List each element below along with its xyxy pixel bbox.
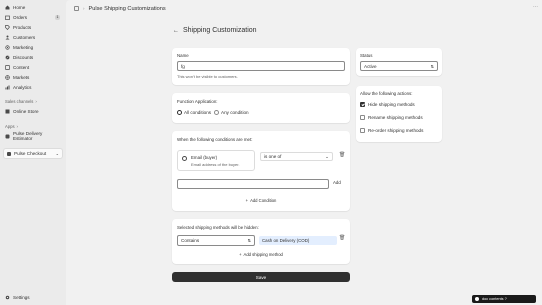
sidebar-item-orders[interactable]: Orders 1 <box>5 13 63 21</box>
add-shipping-method-button[interactable]: + Add shipping method <box>172 252 350 257</box>
pin-icon <box>7 151 11 156</box>
content-icon <box>5 64 10 70</box>
chevron-right-icon: › <box>35 99 37 104</box>
condition-title: Email (buyer) <box>191 155 218 160</box>
person-icon <box>5 35 10 40</box>
app-topbar: › Pulse Shipping Customizations ⋯ <box>66 0 542 17</box>
reorder-methods-checkbox[interactable]: Re-order shipping methods <box>360 128 423 133</box>
delete-condition-icon[interactable]: 🗑 <box>339 152 345 158</box>
add-value-button[interactable]: Add <box>333 180 341 185</box>
app-title: Pulse Shipping Customizations <box>88 5 166 12</box>
globe-icon <box>5 74 10 80</box>
checkbox-checked-icon <box>360 102 365 107</box>
all-conditions-radio[interactable]: All conditions <box>177 110 211 115</box>
function-application-card: Function Application: All conditions Any… <box>172 93 350 123</box>
sidebar-item-analytics[interactable]: Analytics <box>5 83 63 91</box>
match-type-select[interactable]: Contains ⇅ <box>177 235 255 246</box>
tag-icon <box>5 24 10 30</box>
save-button[interactable]: Save <box>172 272 350 282</box>
sidebar-item-label: Markets <box>13 74 30 80</box>
any-condition-radio[interactable]: Any condition <box>214 110 249 115</box>
chevron-down-icon: ⌄ <box>325 153 329 159</box>
sidebar-item-markets[interactable]: Markets <box>5 73 63 81</box>
orders-icon <box>5 15 10 20</box>
sidebar-item-pulse-delivery[interactable]: Pulse Delivery Estimator <box>5 131 63 141</box>
chevron-updown-icon: ⇅ <box>247 238 251 243</box>
sidebar-item-label: Home <box>13 4 26 10</box>
sidebar: Home Orders 1 Products Customers Marketi… <box>0 0 66 305</box>
function-application-label: Function Application: <box>177 99 218 104</box>
rename-methods-checkbox[interactable]: Rename shipping methods <box>360 115 423 120</box>
delete-method-icon[interactable]: 🗑 <box>339 235 345 241</box>
sidebar-item-label: Discounts <box>13 54 34 60</box>
sidebar-item-marketing[interactable]: Marketing <box>5 43 63 51</box>
conditions-label: When the following conditions are met: <box>177 137 253 142</box>
discount-icon <box>5 55 10 60</box>
sidebar-item-discounts[interactable]: Discounts <box>5 53 63 61</box>
operator-select[interactable]: is one of ⌄ <box>260 152 333 161</box>
sidebar-item-settings[interactable]: Settings <box>5 293 63 301</box>
radio-selected-icon <box>177 110 182 115</box>
hidden-methods-card: Selected shipping methods will be hidden… <box>172 219 350 264</box>
app-logo-icon <box>74 6 79 11</box>
name-label: Name <box>177 53 189 58</box>
dev-toast[interactable]: doc contents ? <box>472 295 536 303</box>
chevron-right-icon: › <box>16 124 18 129</box>
radio-unselected-icon <box>214 110 219 115</box>
conditions-card: When the following conditions are met: E… <box>172 131 350 211</box>
sidebar-item-online-store[interactable]: Online Store <box>5 107 63 115</box>
sidebar-item-customers[interactable]: Customers <box>5 33 63 41</box>
page-header: ← Shipping Customization <box>173 27 257 34</box>
sidebar-item-home[interactable]: Home <box>5 3 63 11</box>
status-label: Status <box>360 53 373 58</box>
name-card: Name fg This won't be visible to custome… <box>172 48 350 85</box>
actions-card: Allow the following actions: Hide shippi… <box>356 86 442 142</box>
condition-item[interactable]: Email (buyer) Email address of the buyer… <box>177 150 255 171</box>
email-icon <box>182 156 187 161</box>
status-select[interactable]: Active ⇅ <box>360 61 438 71</box>
sidebar-item-products[interactable]: Products <box>5 23 63 31</box>
name-help-text: This won't be visible to customers. <box>177 74 238 79</box>
sidebar-item-label: Products <box>13 24 32 30</box>
condition-description: Email address of the buyer. <box>191 162 240 167</box>
sales-channels-heading[interactable]: Sales channels › <box>5 99 37 104</box>
hide-methods-checkbox[interactable]: Hide shipping methods <box>360 102 415 107</box>
chevron-right-icon: › <box>83 6 85 11</box>
back-arrow-icon[interactable]: ← <box>173 28 179 34</box>
pulse-checkout-select[interactable]: Pulse Checkout ⌄ <box>3 148 63 159</box>
hidden-methods-label: Selected shipping methods will be hidden… <box>177 225 259 230</box>
shipping-method-tag[interactable]: Cash on Delivery (COD) <box>259 236 337 245</box>
name-input[interactable]: fg <box>177 61 345 71</box>
page-title: Shipping Customization <box>183 27 257 34</box>
sidebar-item-label: Orders <box>13 14 28 20</box>
status-card: Status Active ⇅ <box>356 48 442 76</box>
plus-icon: + <box>239 252 242 257</box>
add-condition-button[interactable]: + Add Condition <box>172 198 350 203</box>
apps-heading[interactable]: Apps › <box>5 124 18 129</box>
orders-count-badge: 1 <box>55 14 60 20</box>
sidebar-item-content[interactable]: Content <box>5 63 63 71</box>
checkbox-unchecked-icon <box>360 128 365 133</box>
app-icon <box>5 134 10 139</box>
sidebar-item-label: Content <box>13 64 30 70</box>
home-icon <box>5 5 10 10</box>
more-icon[interactable]: ⋯ <box>533 4 538 10</box>
checkbox-unchecked-icon <box>360 115 365 120</box>
store-icon <box>5 109 10 114</box>
chevron-down-icon: ⌄ <box>55 151 59 156</box>
chart-icon <box>5 85 10 90</box>
gear-icon <box>5 295 10 300</box>
sidebar-item-label: Customers <box>13 34 36 40</box>
info-icon <box>475 297 479 301</box>
sidebar-item-label: Analytics <box>13 84 32 90</box>
target-icon <box>5 44 10 50</box>
chevron-updown-icon: ⇅ <box>430 63 434 69</box>
actions-label: Allow the following actions: <box>360 91 413 96</box>
sidebar-item-label: Marketing <box>13 44 34 50</box>
plus-icon: + <box>245 198 249 203</box>
condition-value-input[interactable] <box>177 179 329 189</box>
